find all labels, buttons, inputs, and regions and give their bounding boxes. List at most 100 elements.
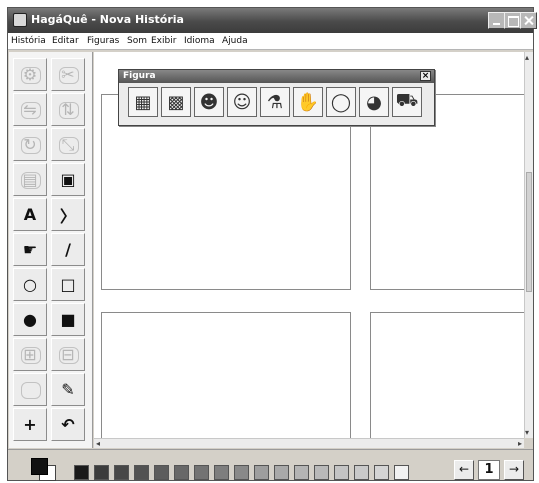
vertical-scrollbar[interactable]: ▴ ▾ [524, 52, 533, 438]
flip-vertical-icon: ⇅ [61, 100, 75, 119]
maximize-button[interactable] [504, 12, 521, 29]
previous-page-button[interactable]: ← [454, 460, 474, 480]
menu-figuras[interactable]: Figuras [87, 36, 119, 46]
color-bar: ← 1 → [8, 449, 533, 481]
speech-balloon-button[interactable]: ◯ [326, 87, 356, 117]
palette-button[interactable]: ◕ [359, 87, 389, 117]
flip-horizontal-icon: ⇋ [23, 100, 37, 119]
menu-ajuda[interactable]: Ajuda [222, 36, 248, 46]
page-number: 1 [478, 460, 500, 480]
bucket-icon: ▣ [60, 170, 76, 189]
palette-swatch[interactable] [334, 465, 349, 480]
palette-swatch[interactable] [314, 465, 329, 480]
text-tool[interactable]: A [13, 198, 47, 231]
palette-swatch[interactable] [154, 465, 169, 480]
close-button[interactable] [520, 12, 537, 29]
filled-circle-tool[interactable]: ● [13, 303, 47, 336]
menu-bar: História Editar Figuras Som Exibir Idiom… [8, 33, 533, 50]
truck-icon: ⛟ [395, 90, 419, 111]
figura-title-bar[interactable]: Figura × [119, 70, 434, 83]
palette-swatch[interactable] [74, 465, 89, 480]
bottles-button[interactable]: ⚗ [260, 87, 290, 117]
resize-tool: ⤡ [51, 128, 85, 161]
object-button[interactable]: ▩ [161, 87, 191, 117]
filled-rectangle-icon: ■ [60, 310, 76, 329]
palette-swatch[interactable] [94, 465, 109, 480]
scenery-button[interactable]: ▦ [128, 87, 158, 117]
line-icon: / [65, 240, 71, 259]
title-bar: HagáQuê - Nova História [8, 8, 537, 33]
rectangle-icon: □ [60, 275, 76, 294]
scroll-left-icon[interactable]: ◂ [96, 439, 100, 448]
scroll-up-icon[interactable]: ▴ [525, 53, 529, 62]
layer-tool: ▤ [13, 163, 47, 196]
undo-tool[interactable]: ↶ [51, 408, 85, 441]
palette-swatch[interactable] [394, 465, 409, 480]
rotate-tool: ↻ [13, 128, 47, 161]
menu-historia[interactable]: História [11, 36, 46, 46]
blank-tool [13, 373, 47, 406]
palette-swatch[interactable] [354, 465, 369, 480]
circle-tool[interactable]: ○ [13, 268, 47, 301]
figura-close-button[interactable]: × [420, 71, 431, 81]
palette-icon: ◕ [366, 91, 382, 113]
comic-panel-4[interactable] [370, 312, 524, 438]
characters-icon: ☻ [199, 91, 219, 113]
scroll-down-icon[interactable]: ▾ [525, 428, 529, 437]
menu-exibir[interactable]: Exibir [151, 36, 176, 46]
resize-icon: ⤡ [61, 134, 75, 154]
bucket-tool[interactable]: ▣ [51, 163, 85, 196]
minimize-button[interactable] [488, 12, 505, 29]
window-title: HagáQuê - Nova História [31, 13, 184, 26]
palette-swatch[interactable] [374, 465, 389, 480]
rectangle-tool[interactable]: □ [51, 268, 85, 301]
figura-title: Figura [123, 71, 156, 81]
layout-tool-b-icon: ⊟ [61, 345, 75, 364]
scissors-icon: ✂ [61, 65, 75, 84]
text-icon: A [23, 205, 37, 224]
truck-button[interactable]: ⛟ [392, 87, 422, 117]
palette-swatch[interactable] [294, 465, 309, 480]
palette-swatch[interactable] [254, 465, 269, 480]
speech-balloon-icon: ◯ [330, 91, 352, 113]
next-page-button[interactable]: → [504, 460, 524, 480]
palette-swatch[interactable] [274, 465, 289, 480]
gear-icon: ⚙ [22, 65, 38, 84]
eraser-icon: ✎ [61, 380, 75, 399]
arrow-tool[interactable]: 〉 [51, 198, 85, 231]
toolbox: ⚙ ✂ ⇋ ⇅ ↻ ⤡ ▤ ▣ A 〉 ☛ / ○ □ ● ■ ⊞ ⊟ ✎ + ↶ [9, 52, 93, 448]
hands-button[interactable]: ✋ [293, 87, 323, 117]
line-tool[interactable]: / [51, 233, 85, 266]
undo-icon: ↶ [61, 415, 75, 434]
palette-swatch[interactable] [134, 465, 149, 480]
vertical-scroll-thumb[interactable] [526, 172, 532, 292]
palette-swatch[interactable] [114, 465, 129, 480]
layout-tool-a-icon: ⊞ [23, 345, 37, 364]
bottles-icon: ⚗ [266, 91, 284, 113]
palette-swatch[interactable] [234, 465, 249, 480]
scissors-tool: ✂ [51, 58, 85, 91]
foreground-color-swatch[interactable] [31, 458, 48, 475]
comic-panel-3[interactable] [101, 312, 351, 438]
palette-swatch[interactable] [194, 465, 209, 480]
horizontal-scrollbar[interactable]: ◂ ▸ [94, 438, 524, 448]
gear-tool: ⚙ [13, 58, 47, 91]
paint-tool[interactable]: ☛ [13, 233, 47, 266]
circle-icon: ○ [23, 275, 37, 294]
characters-button[interactable]: ☻ [194, 87, 224, 117]
menu-idioma[interactable]: Idioma [184, 36, 215, 46]
eraser-tool[interactable]: ✎ [51, 373, 85, 406]
menu-som[interactable]: Som [127, 36, 147, 46]
layout-tool-b: ⊟ [51, 338, 85, 371]
flip-horizontal-tool: ⇋ [13, 93, 47, 126]
layer-icon: ▤ [22, 170, 38, 189]
menu-editar[interactable]: Editar [52, 36, 79, 46]
filled-rectangle-tool[interactable]: ■ [51, 303, 85, 336]
people-icon: ☺ [232, 91, 252, 113]
rotate-icon: ↻ [23, 135, 37, 154]
move-tool[interactable]: + [13, 408, 47, 441]
palette-swatch[interactable] [214, 465, 229, 480]
scroll-right-icon[interactable]: ▸ [518, 439, 522, 448]
people-button[interactable]: ☺ [227, 87, 257, 117]
palette-swatch[interactable] [174, 465, 189, 480]
